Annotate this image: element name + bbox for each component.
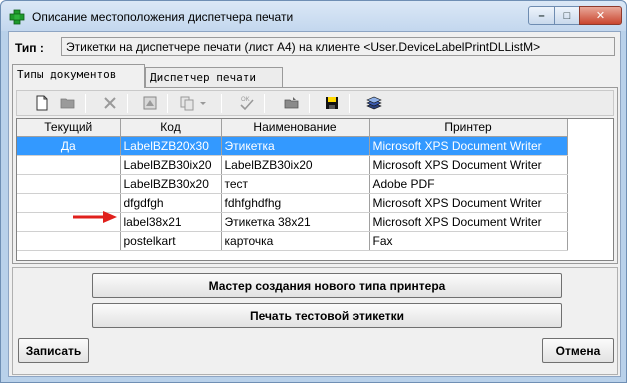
tab-document-types[interactable]: Типы документов xyxy=(12,64,145,88)
delete-button[interactable] xyxy=(99,93,121,113)
minimize-button[interactable]: – xyxy=(528,6,555,25)
toolbar: OK xyxy=(16,90,614,116)
cell-code[interactable]: LabelBZB30ix20 xyxy=(120,155,222,175)
app-plus-icon xyxy=(9,9,25,25)
save-disk-icon xyxy=(326,97,338,109)
toolbar-separator xyxy=(85,94,86,113)
cell-current[interactable] xyxy=(17,174,121,194)
column-header-name[interactable]: Наименование xyxy=(221,119,370,137)
table-row[interactable]: Да LabelBZB20x30 Этикетка Microsoft XPS … xyxy=(17,136,568,156)
save-button-toolbar[interactable] xyxy=(321,93,343,113)
cancel-button[interactable]: Отмена xyxy=(542,338,614,363)
cell-printer[interactable]: Microsoft XPS Document Writer xyxy=(369,193,568,213)
dialog-client-area: Тип : Этикетки на диспетчере печати (лис… xyxy=(8,31,621,377)
properties-button[interactable] xyxy=(139,93,161,113)
cell-code[interactable]: label38x21 xyxy=(120,212,222,232)
check-button[interactable]: OK xyxy=(236,93,258,113)
cell-name[interactable]: Этикетка xyxy=(221,136,370,156)
cell-name[interactable]: тест xyxy=(221,174,370,194)
toolbar-separator xyxy=(309,94,310,113)
table-row[interactable]: postelkart карточка Fax xyxy=(17,231,568,251)
cell-code[interactable]: dfgdfgh xyxy=(120,193,222,213)
toolbar-separator xyxy=(264,94,265,113)
toolbar-separator xyxy=(127,94,128,113)
folder-icon xyxy=(284,97,299,109)
new-document-icon xyxy=(36,95,48,111)
actions-area: Мастер создания нового типа принтера Печ… xyxy=(12,267,618,375)
cell-current[interactable] xyxy=(17,231,121,251)
delete-icon xyxy=(104,97,116,109)
cell-name[interactable]: fdhfghdfhg xyxy=(221,193,370,213)
cell-printer[interactable]: Microsoft XPS Document Writer xyxy=(369,136,568,156)
column-header-current[interactable]: Текущий xyxy=(17,119,121,137)
cell-code[interactable]: LabelBZB30x20 xyxy=(120,174,222,194)
test-label-print-button[interactable]: Печать тестовой этикетки xyxy=(92,303,562,328)
cell-printer[interactable]: Adobe PDF xyxy=(369,174,568,194)
new-document-button[interactable] xyxy=(31,93,53,113)
copy-dropdown-button[interactable] xyxy=(177,93,211,113)
table-row[interactable]: LabelBZB30ix20 LabelBZB30ix20 Microsoft … xyxy=(17,155,568,175)
title-bar[interactable]: Описание местоположения диспетчера печат… xyxy=(1,1,626,31)
folder-button[interactable] xyxy=(281,93,303,113)
document-types-grid: Текущий Код Наименование Принтер Да Labe… xyxy=(16,118,614,261)
maximize-icon: □ xyxy=(563,9,571,22)
cell-printer[interactable]: Microsoft XPS Document Writer xyxy=(369,212,568,232)
grid-header-row: Текущий Код Наименование Принтер xyxy=(17,119,568,137)
window-title: Описание местоположения диспетчера печат… xyxy=(32,10,294,24)
cell-printer[interactable]: Microsoft XPS Document Writer xyxy=(369,155,568,175)
cell-current[interactable]: Да xyxy=(17,136,121,156)
type-field[interactable]: Этикетки на диспетчере печати (лист А4) … xyxy=(61,37,615,56)
toolbar-separator xyxy=(167,94,168,113)
stack-button[interactable] xyxy=(363,93,385,113)
tab-panel: OK Текущий Код Наименование Принтер Да L… xyxy=(12,87,618,264)
check-icon: OK xyxy=(240,97,254,111)
toolbar-separator xyxy=(221,94,222,113)
properties-icon xyxy=(143,96,157,110)
red-arrow-annotation-icon xyxy=(73,211,117,223)
cell-code[interactable]: postelkart xyxy=(120,231,222,251)
maximize-button[interactable]: □ xyxy=(554,6,580,25)
cell-name[interactable]: Этикетка 38х21 xyxy=(221,212,370,232)
open-folder-icon xyxy=(60,98,75,109)
minimize-icon: – xyxy=(538,9,545,22)
toolbar-separator xyxy=(349,94,350,113)
cell-name[interactable]: карточка xyxy=(221,231,370,251)
cell-printer[interactable]: Fax xyxy=(369,231,568,251)
column-header-printer[interactable]: Принтер xyxy=(369,119,568,137)
column-header-code[interactable]: Код xyxy=(120,119,222,137)
tab-print-manager[interactable]: Диспетчер печати xyxy=(145,67,283,88)
new-printer-type-wizard-button[interactable]: Мастер создания нового типа принтера xyxy=(92,273,562,298)
cell-code[interactable]: LabelBZB20x30 xyxy=(120,136,222,156)
dialog-window: Описание местоположения диспетчера печат… xyxy=(0,0,627,383)
svg-text:OK: OK xyxy=(241,97,250,103)
open-button[interactable] xyxy=(57,93,79,113)
cell-current[interactable] xyxy=(17,155,121,175)
cell-name[interactable]: LabelBZB30ix20 xyxy=(221,155,370,175)
close-button[interactable]: ✕ xyxy=(579,6,622,25)
table-row[interactable]: LabelBZB30x20 тест Adobe PDF xyxy=(17,174,568,194)
stack-icon xyxy=(366,96,382,110)
copy-dropdown-icon xyxy=(180,96,206,111)
close-icon: ✕ xyxy=(595,10,606,22)
save-button[interactable]: Записать xyxy=(18,338,89,363)
type-label: Тип : xyxy=(15,41,44,55)
